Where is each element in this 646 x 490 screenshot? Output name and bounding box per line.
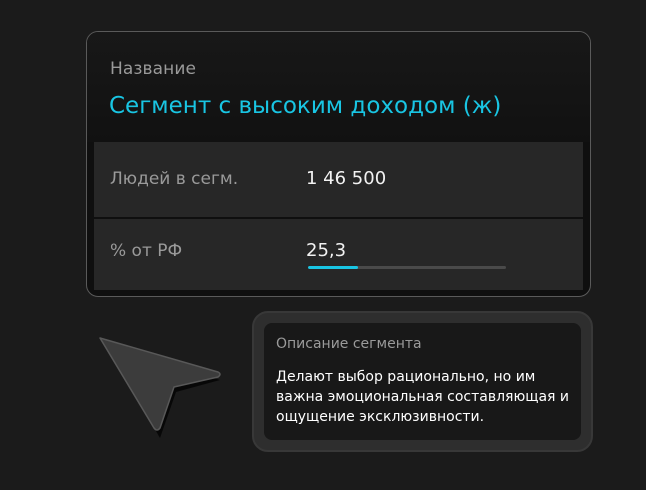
name-label: Название (110, 59, 197, 79)
description-text: Делают выбор рационально, но им важна эм… (276, 369, 570, 425)
people-count-row: Людей в сегм. 1 46 500 (94, 142, 583, 217)
description-title: Описание сегмента (276, 336, 422, 352)
share-value: 25,3 (306, 240, 347, 261)
share-progress-fill (308, 266, 359, 269)
description-card: Описание сегмента Делают выбор рациональ… (252, 311, 593, 452)
people-count-label: Людей в сегм. (110, 169, 239, 189)
share-row: % от РФ 25,3 (94, 219, 583, 290)
segment-name: Сегмент с высоким доходом (ж) (109, 93, 502, 119)
share-label: % от РФ (110, 241, 183, 261)
pointer-arrow-icon (99, 337, 221, 438)
share-progress-bar (308, 266, 506, 269)
people-count-value: 1 46 500 (306, 168, 387, 189)
segment-card: Название Сегмент с высоким доходом (ж) Л… (86, 31, 591, 297)
description-panel: Описание сегмента Делают выбор рациональ… (264, 323, 581, 440)
segment-header: Название Сегмент с высоким доходом (ж) (87, 32, 590, 142)
